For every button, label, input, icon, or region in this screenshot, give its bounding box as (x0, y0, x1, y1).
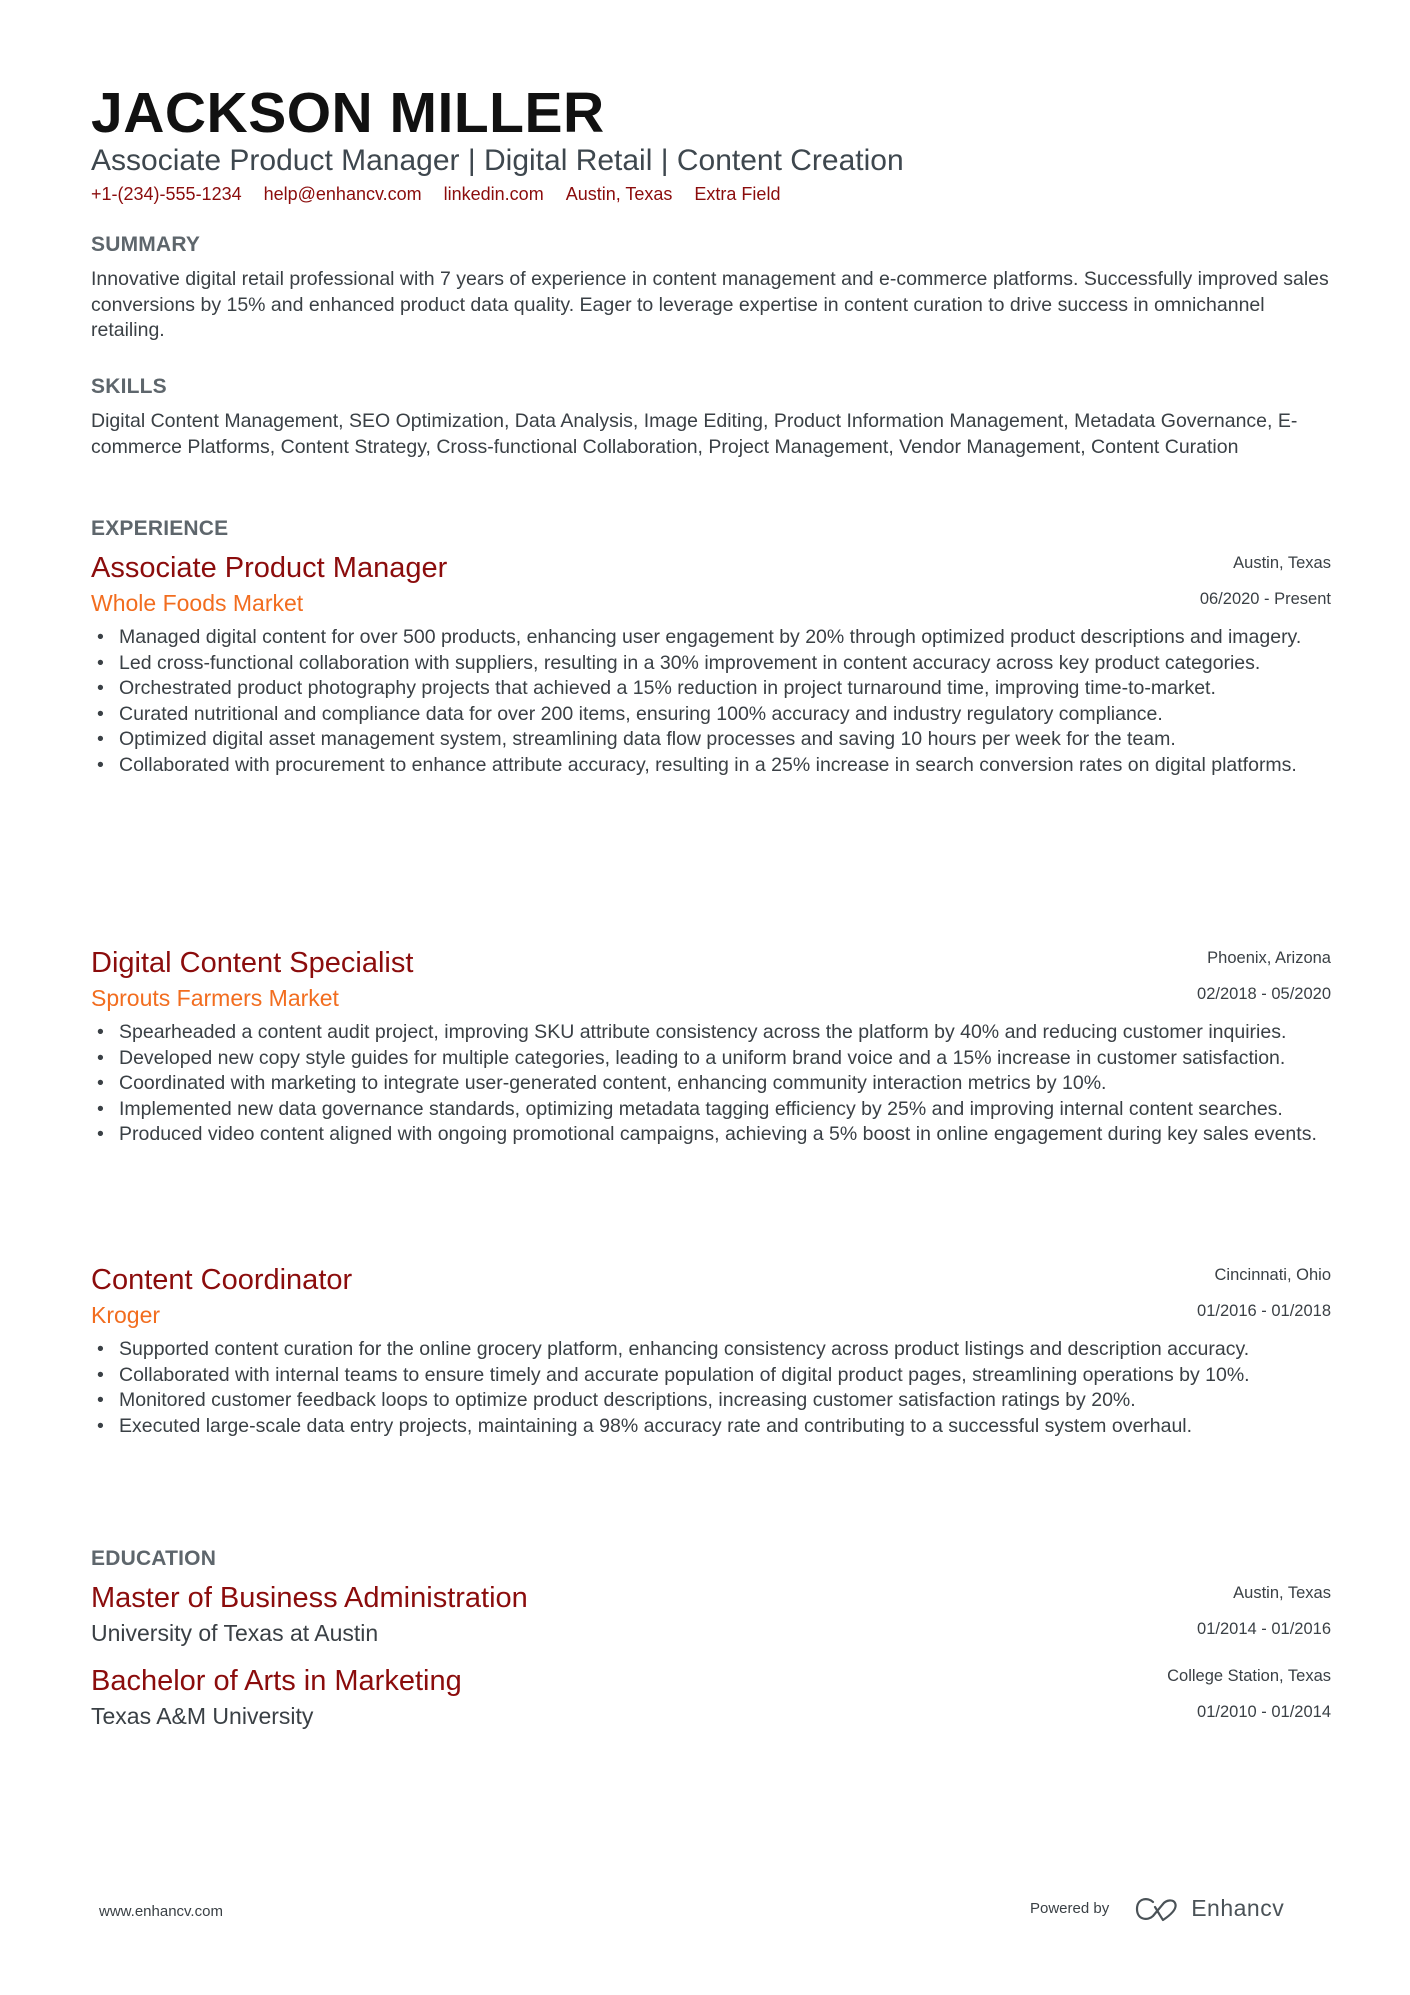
experience-heading: EXPERIENCE (91, 517, 229, 540)
job-dates: 01/2016 - 01/2018 (1197, 1302, 1331, 1320)
job-title: Digital Content Specialist (91, 947, 414, 979)
bullet-item: Monitored customer feedback loops to opt… (91, 1388, 1331, 1414)
candidate-name: JACKSON MILLER (91, 81, 605, 145)
job-location: Cincinnati, Ohio (1214, 1266, 1331, 1284)
job-title: Associate Product Manager (91, 552, 448, 584)
bullet-item: Curated nutritional and compliance data … (91, 702, 1331, 728)
job-dates: 06/2020 - Present (1199, 590, 1331, 608)
school-name: University of Texas at Austin (91, 1620, 379, 1646)
job-bullets: Managed digital content for over 500 pro… (91, 625, 1331, 778)
location-text: Austin, Texas (565, 184, 673, 204)
bullet-item: Developed new copy style guides for mult… (91, 1046, 1331, 1072)
summary-text: Innovative digital retail professional w… (91, 268, 1329, 341)
enhancv-logo-icon (1136, 1897, 1177, 1921)
skills-heading: SKILLS (91, 375, 167, 398)
job-dates: 02/2018 - 05/2020 (1197, 985, 1331, 1003)
job-location: Phoenix, Arizona (1207, 949, 1331, 967)
job-title: Content Coordinator (91, 1264, 353, 1296)
school-name: Texas A&M University (91, 1703, 314, 1729)
phone-link[interactable]: +1-(234)-555-1234 (91, 182, 242, 206)
job-company: Kroger (91, 1302, 161, 1328)
bullet-item: Orchestrated product photography project… (91, 676, 1331, 702)
brand-logo[interactable]: Enhancv (1133, 1895, 1284, 1922)
school-location: Austin, Texas (1233, 1584, 1331, 1602)
education-dates: 01/2010 - 01/2014 (1197, 1703, 1331, 1721)
email-link[interactable]: help@enhancv.com (264, 182, 422, 206)
bullet-item: Supported content curation for the onlin… (91, 1337, 1331, 1363)
skills-text: Digital Content Management, SEO Optimiza… (91, 410, 1298, 458)
linkedin-link[interactable]: linkedin.com (444, 182, 544, 206)
bullet-item: Collaborated with internal teams to ensu… (91, 1363, 1331, 1389)
bullet-item: Produced video content aligned with ongo… (91, 1122, 1331, 1148)
job-company: Sprouts Farmers Market (91, 985, 339, 1011)
footer-branding: Powered by Enhancv (1030, 1895, 1284, 1922)
summary-heading: SUMMARY (91, 233, 201, 256)
bullet-item: Led cross-functional collaboration with … (91, 651, 1331, 677)
footer-website-link[interactable]: www.enhancv.com (99, 1903, 223, 1920)
brand-name: Enhancv (1191, 1895, 1285, 1921)
bullet-item: Implemented new data governance standard… (91, 1097, 1331, 1123)
contact-info: +1-(234)-555-1234 help@enhancv.com linke… (91, 182, 780, 206)
bullet-item: Executed large-scale data entry projects… (91, 1414, 1331, 1440)
job-bullets: Spearheaded a content audit project, imp… (91, 1020, 1331, 1148)
job-location: Austin, Texas (1233, 554, 1331, 572)
candidate-headline: Associate Product Manager | Digital Reta… (91, 144, 904, 177)
bullet-item: Optimized digital asset management syste… (91, 727, 1331, 753)
bullet-item: Spearheaded a content audit project, imp… (91, 1020, 1331, 1046)
bullet-item: Coordinated with marketing to integrate … (91, 1071, 1331, 1097)
education-dates: 01/2014 - 01/2016 (1197, 1620, 1331, 1638)
degree-title: Master of Business Administration (91, 1582, 528, 1614)
education-heading: EDUCATION (91, 1547, 217, 1570)
powered-by-label: Powered by (1030, 1900, 1110, 1917)
school-location: College Station, Texas (1167, 1667, 1331, 1685)
extra-field-text: Extra Field (694, 184, 781, 204)
degree-title: Bachelor of Arts in Marketing (91, 1665, 462, 1697)
job-bullets: Supported content curation for the onlin… (91, 1337, 1331, 1439)
job-company: Whole Foods Market (91, 590, 304, 616)
bullet-item: Collaborated with procurement to enhance… (91, 753, 1331, 779)
bullet-item: Managed digital content for over 500 pro… (91, 625, 1331, 651)
